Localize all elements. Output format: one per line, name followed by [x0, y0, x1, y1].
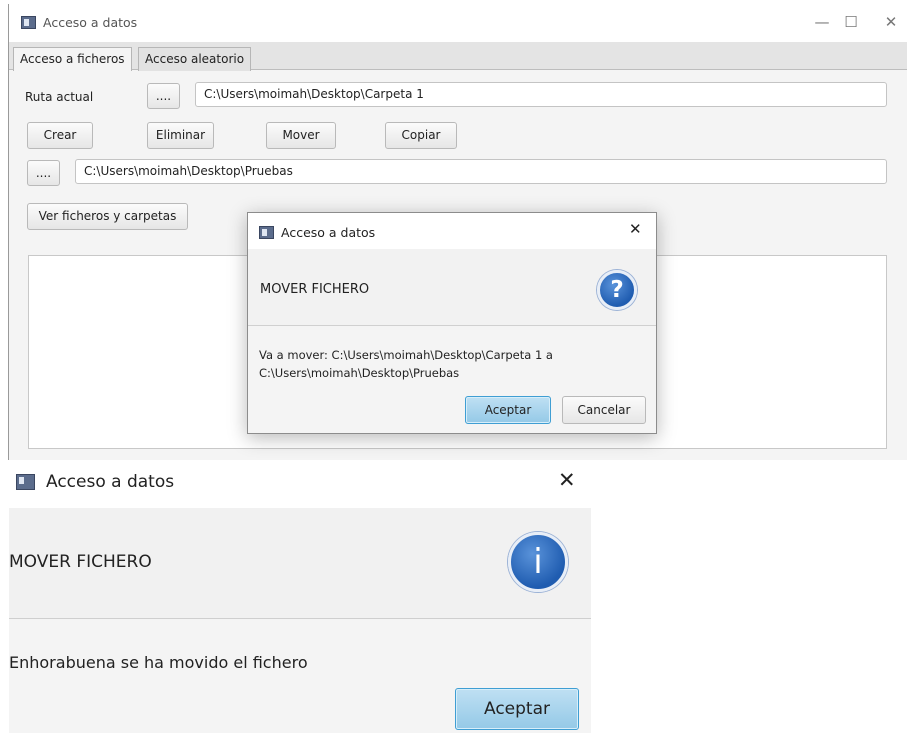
maximize-button[interactable]: ☐ [833, 6, 869, 38]
ruta-actual-label: Ruta actual [25, 90, 94, 104]
app-window-icon [21, 16, 36, 29]
source-path-field[interactable]: C:\Users\moimah\Desktop\Carpeta 1 [195, 82, 887, 107]
tab-acceso-ficheros[interactable]: Acceso a ficheros [13, 47, 132, 71]
confirm-accept-button[interactable]: Aceptar [465, 396, 551, 424]
close-button[interactable]: ✕ [873, 6, 907, 38]
browse-source-button[interactable]: .... [147, 83, 180, 109]
info-dialog-titlebar[interactable]: Acceso a datos ✕ [0, 460, 593, 508]
copiar-button[interactable]: Copiar [385, 122, 457, 149]
confirm-dialog-title: Acceso a datos [281, 225, 376, 240]
main-window-title: Acceso a datos [43, 15, 138, 30]
confirm-dialog-header: MOVER FICHERO ? [248, 249, 656, 326]
info-dialog-close-icon[interactable]: ✕ [558, 468, 576, 492]
confirm-dialog-body: Va a mover: C:\Users\moimah\Desktop\Carp… [248, 326, 656, 433]
destination-path-field[interactable]: C:\Users\moimah\Desktop\Pruebas [75, 159, 887, 184]
tab-acceso-aleatorio[interactable]: Acceso aleatorio [138, 47, 252, 71]
browse-destination-button[interactable]: .... [27, 160, 60, 186]
confirm-message-line-2: C:\Users\moimah\Desktop\Pruebas [259, 366, 460, 380]
confirm-dialog-close-icon[interactable]: ✕ [629, 220, 642, 238]
confirm-message-line-1: Va a mover: C:\Users\moimah\Desktop\Carp… [259, 348, 553, 362]
info-message: Enhorabuena se ha movido el fichero [9, 653, 308, 672]
tab-bar: Acceso a ficheros Acceso aleatorio [9, 42, 907, 71]
info-dialog-body: Enhorabuena se ha movido el fichero Acep… [9, 619, 591, 733]
confirm-dialog-titlebar[interactable]: Acceso a datos ✕ [248, 213, 656, 249]
confirm-dialog: Acceso a datos ✕ MOVER FICHERO ? Va a mo… [247, 212, 657, 434]
info-accept-button[interactable]: Aceptar [455, 688, 579, 730]
ver-ficheros-button[interactable]: Ver ficheros y carpetas [27, 203, 188, 230]
info-icon: i [508, 532, 568, 592]
question-icon: ? [597, 270, 637, 310]
main-titlebar[interactable]: Acceso a datos — ☐ ✕ [9, 4, 907, 42]
info-dialog-app-icon [16, 474, 35, 490]
info-dialog-header: MOVER FICHERO i [9, 508, 591, 619]
confirm-cancel-button[interactable]: Cancelar [562, 396, 646, 424]
eliminar-button[interactable]: Eliminar [147, 122, 214, 149]
info-header-text: MOVER FICHERO [9, 552, 152, 572]
dialog-app-icon [259, 226, 274, 239]
crear-button[interactable]: Crear [27, 122, 93, 149]
confirm-header-text: MOVER FICHERO [260, 282, 370, 297]
mover-button[interactable]: Mover [266, 122, 336, 149]
info-dialog-title: Acceso a datos [46, 472, 175, 492]
info-dialog: Acceso a datos ✕ MOVER FICHERO i Enhorab… [0, 460, 593, 733]
